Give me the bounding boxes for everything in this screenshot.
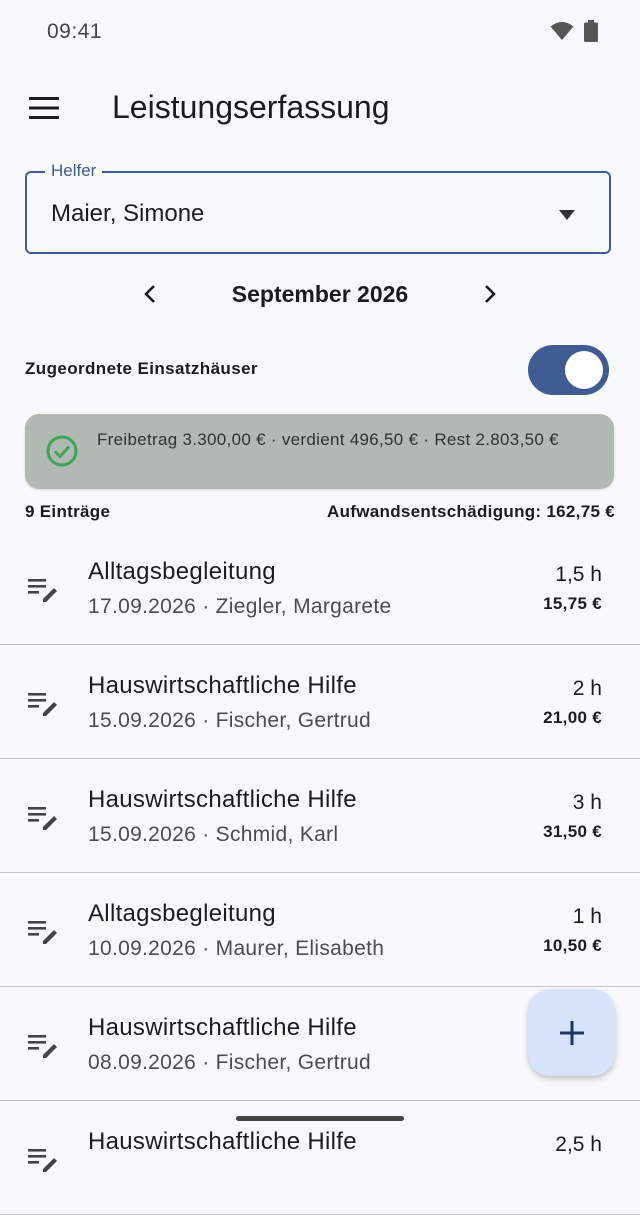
edit-note-icon [28,921,57,944]
chevron-right-icon[interactable] [476,281,502,307]
entry-list: Alltagsbegleitung 17.09.2026 · Ziegler, … [0,531,640,1215]
allowance-summary-card: Freibetrag 3.300,00 € · verdient 496,50 … [25,414,614,489]
compensation-total: Aufwandsentschädigung: 162,75 € [327,502,615,521]
entry-hours: 2 h [572,677,602,700]
entry-title: Alltagsbegleitung [88,558,276,585]
entry-subtitle: 15.09.2026 · Fischer, Gertrud [88,709,372,732]
check-circle-icon [46,435,78,467]
wifi-icon [550,22,574,40]
helper-field-label: Helfer [45,161,103,181]
month-label: September 2026 [231,281,409,307]
entry-count: 9 Einträge [25,502,111,521]
helper-select[interactable]: Helfer Maier, Simone [25,161,611,254]
toggle-knob [565,351,603,389]
entry-title: Hauswirtschaftliche Hilfe [88,1128,357,1155]
entry-amount: 15,75 € [543,594,602,613]
list-item[interactable]: Alltagsbegleitung 17.09.2026 · Ziegler, … [0,531,640,645]
menu-button[interactable] [22,86,66,130]
app-bar: Leistungserfassung [0,72,640,144]
entry-title: Hauswirtschaftliche Hilfe [88,672,357,699]
home-indicator[interactable] [236,1116,404,1121]
assigned-houses-row: Zugeordnete Einsatzhäuser [0,344,640,396]
battery-icon [584,20,598,42]
entry-amount: 21,00 € [543,708,602,727]
status-icons [550,20,598,42]
edit-note-icon [28,1149,57,1172]
menu-icon [29,97,59,119]
edit-note-icon [28,579,57,602]
assigned-houses-toggle[interactable] [528,345,609,395]
list-item[interactable]: Hauswirtschaftliche Hilfe 15.09.2026 · S… [0,759,640,873]
page-title: Leistungserfassung [112,89,390,125]
entry-subtitle: 08.09.2026 · Fischer, Gertrud [88,1051,372,1074]
entry-title: Alltagsbegleitung [88,900,276,927]
assigned-houses-label: Zugeordnete Einsatzhäuser [25,359,258,378]
entry-hours: 1,5 h [555,563,602,586]
add-icon [559,1020,584,1045]
month-navigation: September 2026 [0,272,640,318]
edit-note-icon [28,1035,57,1058]
status-time: 09:41 [47,20,103,43]
entry-title: Hauswirtschaftliche Hilfe [88,786,357,813]
helper-field-value: Maier, Simone [51,200,205,227]
list-item[interactable]: Hauswirtschaftliche Hilfe 15.09.2026 · F… [0,645,640,759]
entry-amount: 10,50 € [543,936,602,955]
entry-amount: 31,50 € [543,822,602,841]
add-entry-button[interactable] [528,989,615,1076]
edit-note-icon [28,807,57,830]
entry-hours: 2,5 h [555,1133,602,1156]
entry-subtitle: 15.09.2026 · Schmid, Karl [88,823,339,846]
entry-subtitle: 17.09.2026 · Ziegler, Margarete [88,595,392,618]
status-bar: 09:41 [0,0,640,64]
list-item[interactable]: Alltagsbegleitung 10.09.2026 · Maurer, E… [0,873,640,987]
entry-hours: 1 h [572,905,602,928]
entry-subtitle: 10.09.2026 · Maurer, Elisabeth [88,937,385,960]
allowance-summary-text: Freibetrag 3.300,00 € · verdient 496,50 … [97,430,559,449]
edit-note-icon [28,693,57,716]
counts-row: 9 Einträge Aufwandsentschädigung: 162,75… [25,502,615,526]
entry-title: Hauswirtschaftliche Hilfe [88,1014,357,1041]
entry-hours: 3 h [572,791,602,814]
arrow-drop-down-icon [555,203,579,227]
